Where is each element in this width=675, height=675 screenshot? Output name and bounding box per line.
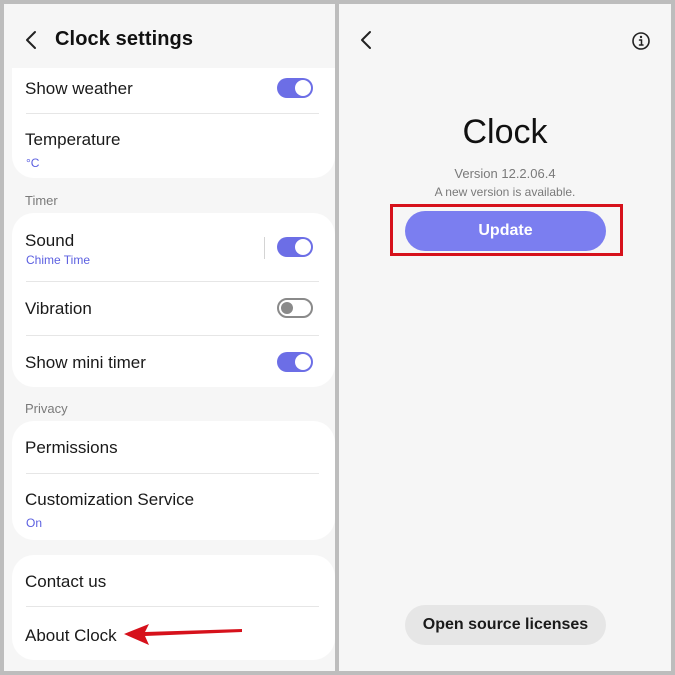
show-mini-timer-label: Show mini timer [25, 353, 146, 372]
weather-card: Show weather Temperature °C [12, 68, 335, 178]
settings-header: Clock settings [4, 4, 335, 72]
info-icon[interactable] [631, 31, 651, 56]
update-available-text: A new version is available. [434, 185, 576, 199]
customization-service-row[interactable]: Customization Service On [12, 474, 335, 540]
show-weather-toggle[interactable] [277, 78, 313, 98]
toggle-knob [295, 80, 311, 96]
clock-settings-panel: Clock settings Show weather Temperature … [4, 4, 335, 671]
show-mini-timer-row[interactable]: Show mini timer [12, 336, 335, 387]
back-icon[interactable] [24, 30, 38, 50]
contact-us-label: Contact us [25, 572, 107, 591]
show-weather-label: Show weather [25, 79, 133, 98]
open-source-licenses-button[interactable]: Open source licenses [405, 605, 606, 645]
toggle-knob [295, 239, 311, 255]
timer-card: Sound Chime Time Vibration Show mini tim… [12, 213, 335, 387]
vertical-divider [264, 237, 265, 259]
show-weather-row[interactable]: Show weather [12, 68, 335, 113]
customization-service-label: Customization Service [25, 490, 195, 509]
temperature-row[interactable]: Temperature °C [12, 114, 335, 178]
update-button[interactable]: Update [405, 211, 606, 251]
customization-service-value: On [26, 516, 43, 530]
app-name: Clock [462, 113, 548, 151]
toggle-knob [295, 354, 311, 370]
temperature-label: Temperature [25, 130, 121, 149]
page-title: Clock settings [55, 28, 194, 50]
timer-section-header: Timer [25, 193, 58, 208]
privacy-card: Permissions Customization Service On [12, 421, 335, 540]
vibration-label: Vibration [25, 299, 92, 318]
about-clock-panel: Clock Version 12.2.06.4 A new version is… [339, 4, 671, 671]
sound-value: Chime Time [26, 253, 91, 267]
toggle-knob [281, 302, 293, 314]
annotation-arrow [124, 624, 242, 645]
vibration-row[interactable]: Vibration [12, 282, 335, 335]
privacy-section-header: Privacy [25, 401, 68, 416]
about-clock-label: About Clock [25, 626, 117, 645]
sound-label: Sound [25, 231, 75, 250]
show-mini-timer-toggle[interactable] [277, 352, 313, 372]
sound-toggle[interactable] [277, 237, 313, 257]
contact-us-row[interactable]: Contact us [12, 555, 335, 606]
back-icon[interactable] [359, 30, 373, 50]
sound-row[interactable]: Sound Chime Time [12, 213, 335, 281]
version-text: Version 12.2.06.4 [454, 166, 556, 181]
temperature-value: °C [26, 156, 40, 170]
permissions-row[interactable]: Permissions [12, 421, 335, 473]
vibration-toggle[interactable] [277, 298, 313, 318]
permissions-label: Permissions [25, 438, 118, 457]
